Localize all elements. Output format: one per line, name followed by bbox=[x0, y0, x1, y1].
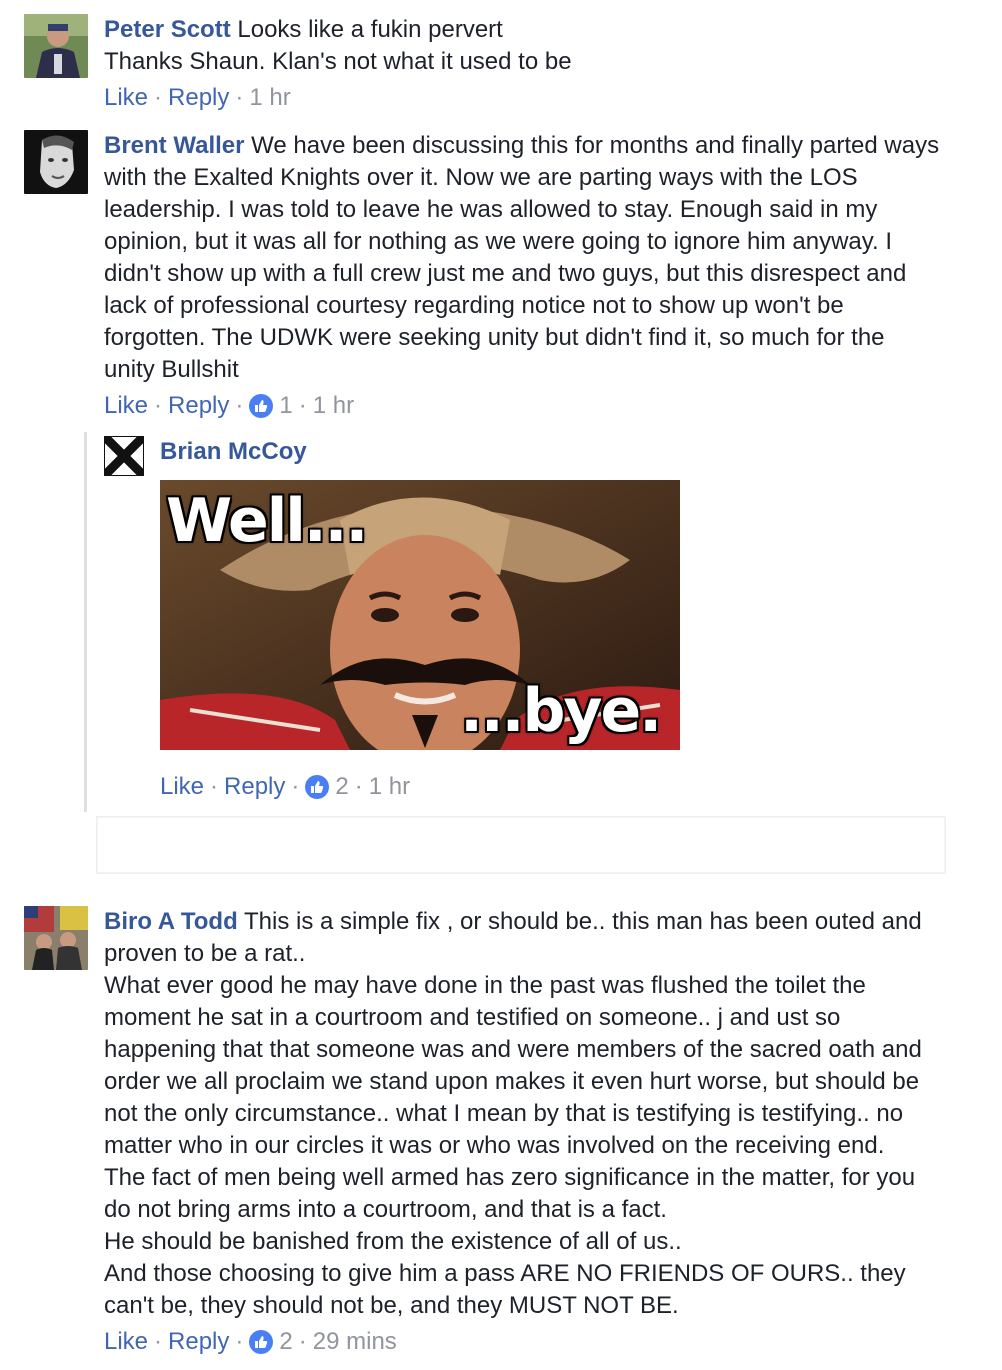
separator: · bbox=[154, 392, 163, 419]
comment-text-line: forgotten. The UDWK were seeking unity b… bbox=[104, 324, 885, 351]
comment-text-line: Looks like a fukin pervert bbox=[230, 16, 503, 43]
reply-actions: Like · Reply · 2 · 1 hr bbox=[160, 771, 410, 803]
comment-text-line: leadership. I was told to leave he was a… bbox=[104, 196, 878, 223]
comment-actions: Like · Reply · 2 · 29 mins bbox=[104, 1326, 982, 1358]
like-link[interactable]: Like bbox=[160, 771, 204, 803]
comment-text-line: He should be banished from the existence… bbox=[104, 1228, 682, 1255]
comment-text-line: We have been discussing this for months … bbox=[244, 132, 940, 159]
comment-body: Brent Waller We have been discussing thi… bbox=[104, 130, 982, 422]
reply-link[interactable]: Reply bbox=[168, 1326, 229, 1358]
separator: · bbox=[298, 1328, 307, 1355]
separator: · bbox=[154, 1328, 163, 1355]
comment-peter-scott: Peter Scott Looks like a fukin pervert T… bbox=[24, 14, 982, 114]
meme-bottom-text: ...bye. bbox=[460, 676, 662, 746]
reaction-count[interactable]: 2 bbox=[335, 771, 348, 803]
like-link[interactable]: Like bbox=[104, 390, 148, 422]
comment-text-line: lack of professional courtesy regarding … bbox=[104, 292, 844, 319]
meme-image[interactable]: Well... ...bye. bbox=[160, 480, 680, 750]
comment-text-line: And those choosing to give him a pass AR… bbox=[104, 1260, 906, 1287]
avatar-brent-waller[interactable] bbox=[24, 130, 88, 194]
avatar-peter-scott[interactable] bbox=[24, 14, 88, 78]
separator: · bbox=[235, 1328, 244, 1355]
thumbs-up-icon[interactable] bbox=[305, 775, 330, 799]
comment-text-line: happening that that someone was and were… bbox=[104, 1036, 922, 1063]
separator: · bbox=[298, 392, 307, 419]
comment-actions: Like · Reply · 1 hr bbox=[104, 82, 982, 114]
separator: · bbox=[154, 84, 163, 111]
comment-actions: Like · Reply · 1 · 1 hr bbox=[104, 390, 982, 422]
comment-text-line: unity Bullshit bbox=[104, 356, 239, 383]
reaction-count[interactable]: 2 bbox=[279, 1326, 292, 1358]
reply-link[interactable]: Reply bbox=[168, 390, 229, 422]
separator: · bbox=[235, 392, 244, 419]
comment-text-line: The fact of men being well armed has zer… bbox=[104, 1164, 916, 1191]
comment-text-line: can't be, they should not be, and they M… bbox=[104, 1292, 679, 1319]
timestamp[interactable]: 1 hr bbox=[313, 390, 354, 422]
timestamp[interactable]: 29 mins bbox=[313, 1326, 397, 1358]
comment-text-line: not the only circumstance.. what I mean … bbox=[104, 1100, 904, 1127]
comment-text-line: do not bring arms into a courtroom, and … bbox=[104, 1196, 667, 1223]
thumbs-up-icon[interactable] bbox=[249, 394, 274, 418]
comment-author-link[interactable]: Brent Waller bbox=[104, 132, 244, 159]
separator: · bbox=[291, 773, 300, 800]
avatar-brian-mccoy[interactable] bbox=[100, 432, 148, 480]
comment-brent-waller: Brent Waller We have been discussing thi… bbox=[24, 130, 982, 430]
thumbs-up-icon[interactable] bbox=[249, 1330, 274, 1354]
comment-body: Peter Scott Looks like a fukin pervert T… bbox=[104, 14, 982, 114]
comment-text-line: What ever good he may have done in the p… bbox=[104, 972, 866, 999]
reply-brian-mccoy: Brian McCoy Well... ...bye. Like · Reply… bbox=[100, 432, 982, 806]
timestamp[interactable]: 1 hr bbox=[249, 82, 290, 114]
meme-top-text: Well... bbox=[166, 486, 368, 556]
reply-author-link[interactable]: Brian McCoy bbox=[160, 438, 307, 465]
comment-text-line: moment he sat in a courtroom and testifi… bbox=[104, 1004, 841, 1031]
avatar-biro-a-todd[interactable] bbox=[24, 906, 88, 970]
comment-author-link[interactable]: Peter Scott bbox=[104, 16, 231, 43]
timestamp[interactable]: 1 hr bbox=[369, 771, 410, 803]
comment-text-line: proven to be a rat.. bbox=[104, 940, 306, 967]
comment-text-line: with the Exalted Knights over it. Now we… bbox=[104, 164, 858, 191]
comment-text-line: didn't show up with a full crew just me … bbox=[104, 260, 907, 287]
reply-link[interactable]: Reply bbox=[168, 82, 229, 114]
comment-biro-a-todd: Biro A Todd This is a simple fix , or sh… bbox=[24, 906, 982, 1366]
comment-text-line: Thanks Shaun. Klan's not what it used to… bbox=[104, 48, 572, 75]
reply-thread-line bbox=[84, 432, 87, 812]
separator: · bbox=[354, 773, 363, 800]
comment-text-line: opinion, but it was all for nothing as w… bbox=[104, 228, 892, 255]
reaction-count[interactable]: 1 bbox=[279, 390, 292, 422]
comment-author-link[interactable]: Biro A Todd bbox=[104, 908, 238, 935]
like-link[interactable]: Like bbox=[104, 82, 148, 114]
separator: · bbox=[235, 84, 244, 111]
comment-text-line: order we all proclaim we stand upon make… bbox=[104, 1068, 920, 1095]
separator: · bbox=[210, 773, 219, 800]
comment-text-line: This is a simple fix , or should be.. th… bbox=[237, 908, 922, 935]
comment-body: Biro A Todd This is a simple fix , or sh… bbox=[104, 906, 982, 1358]
reply-composer[interactable] bbox=[96, 816, 946, 874]
like-link[interactable]: Like bbox=[104, 1326, 148, 1358]
comment-text-line: matter who in our circles it was or who … bbox=[104, 1132, 885, 1159]
reply-link[interactable]: Reply bbox=[224, 771, 285, 803]
